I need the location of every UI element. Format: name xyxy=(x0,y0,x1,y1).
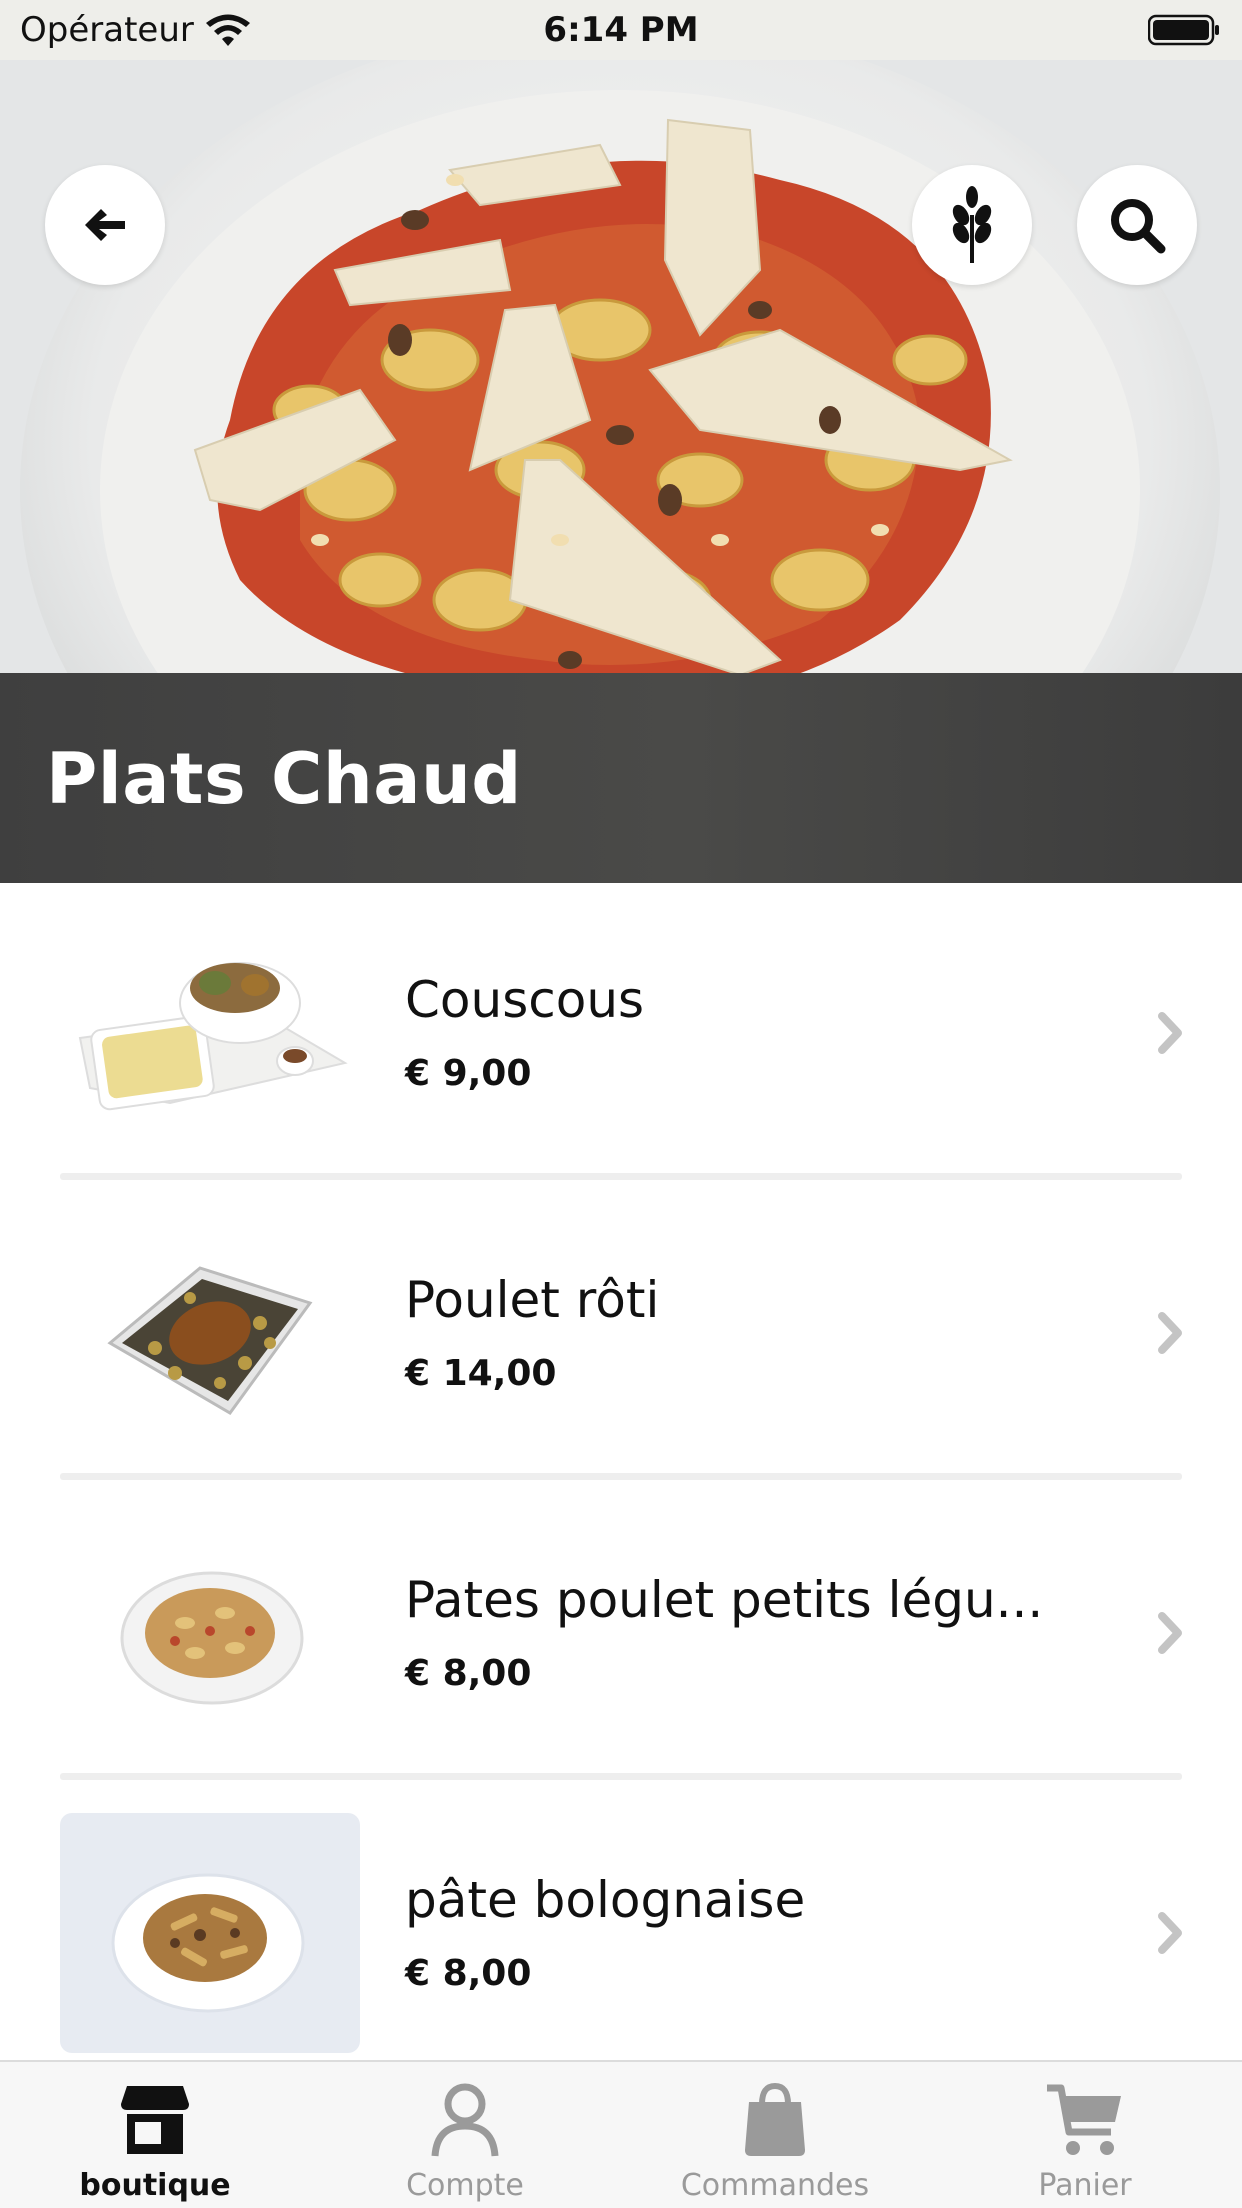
chevron-right-icon xyxy=(1158,1912,1182,1954)
clock: 6:14 PM xyxy=(543,10,699,50)
store-icon xyxy=(121,2086,189,2154)
tab-label: Panier xyxy=(1038,2168,1132,2203)
tab-label: Compte xyxy=(406,2168,524,2203)
search-icon xyxy=(1111,199,1166,254)
bag-icon xyxy=(745,2082,805,2156)
list-item-couscous[interactable]: Couscous € 9,00 xyxy=(0,883,1242,1183)
chevron-right-icon xyxy=(1158,1012,1182,1054)
divider xyxy=(60,1173,1182,1180)
divider xyxy=(60,1773,1182,1780)
product-price: € 9,00 xyxy=(405,1053,532,1094)
cart-icon xyxy=(1047,2084,1121,2155)
tab-bar: boutique Compte Commandes Panier xyxy=(0,2060,1242,2208)
chevron-right-icon xyxy=(1158,1312,1182,1354)
allergen-button[interactable] xyxy=(912,165,1032,285)
list-item-poulet-roti[interactable]: Poulet rôti € 14,00 xyxy=(0,1183,1242,1483)
category-hero: Plats Chaud xyxy=(0,60,1242,883)
couscous-image xyxy=(60,913,360,1153)
list-item-pate-bolognaise[interactable]: pâte bolognaise € 8,00 xyxy=(0,1783,1242,2060)
product-name: Couscous xyxy=(405,971,645,1029)
list-item-pates-poulet[interactable]: Pates poulet petits légu... € 8,00 xyxy=(0,1483,1242,1783)
battery-icon xyxy=(1148,14,1219,46)
product-name: Pates poulet petits légu... xyxy=(405,1571,1044,1629)
divider xyxy=(60,1473,1182,1480)
wheat-icon xyxy=(952,186,992,263)
product-price: € 14,00 xyxy=(405,1353,557,1394)
category-title: Plats Chaud xyxy=(46,738,522,820)
tab-label: Commandes xyxy=(680,2168,870,2203)
tab-panier[interactable]: Panier xyxy=(930,2062,1240,2208)
tab-compte[interactable]: Compte xyxy=(310,2062,620,2208)
product-name: Poulet rôti xyxy=(405,1271,660,1329)
pates-poulet-image xyxy=(60,1513,360,1753)
poulet-roti-image xyxy=(60,1213,360,1453)
pate-bolognaise-image xyxy=(60,1813,360,2053)
back-button[interactable] xyxy=(45,165,165,285)
arrow-left-icon xyxy=(85,209,125,241)
product-price: € 8,00 xyxy=(405,1653,532,1694)
tab-label: boutique xyxy=(79,2168,231,2203)
product-list: Couscous € 9,00 Poulet rôti € 14,00 Pate… xyxy=(0,883,1242,2060)
tab-boutique[interactable]: boutique xyxy=(0,2062,310,2208)
status-bar: Opérateur 6:14 PM xyxy=(0,0,1242,60)
product-price: € 8,00 xyxy=(405,1953,532,1994)
product-name: pâte bolognaise xyxy=(405,1871,806,1929)
chevron-right-icon xyxy=(1158,1612,1182,1654)
search-button[interactable] xyxy=(1077,165,1197,285)
tab-commandes[interactable]: Commandes xyxy=(620,2062,930,2208)
user-icon xyxy=(431,2083,499,2157)
